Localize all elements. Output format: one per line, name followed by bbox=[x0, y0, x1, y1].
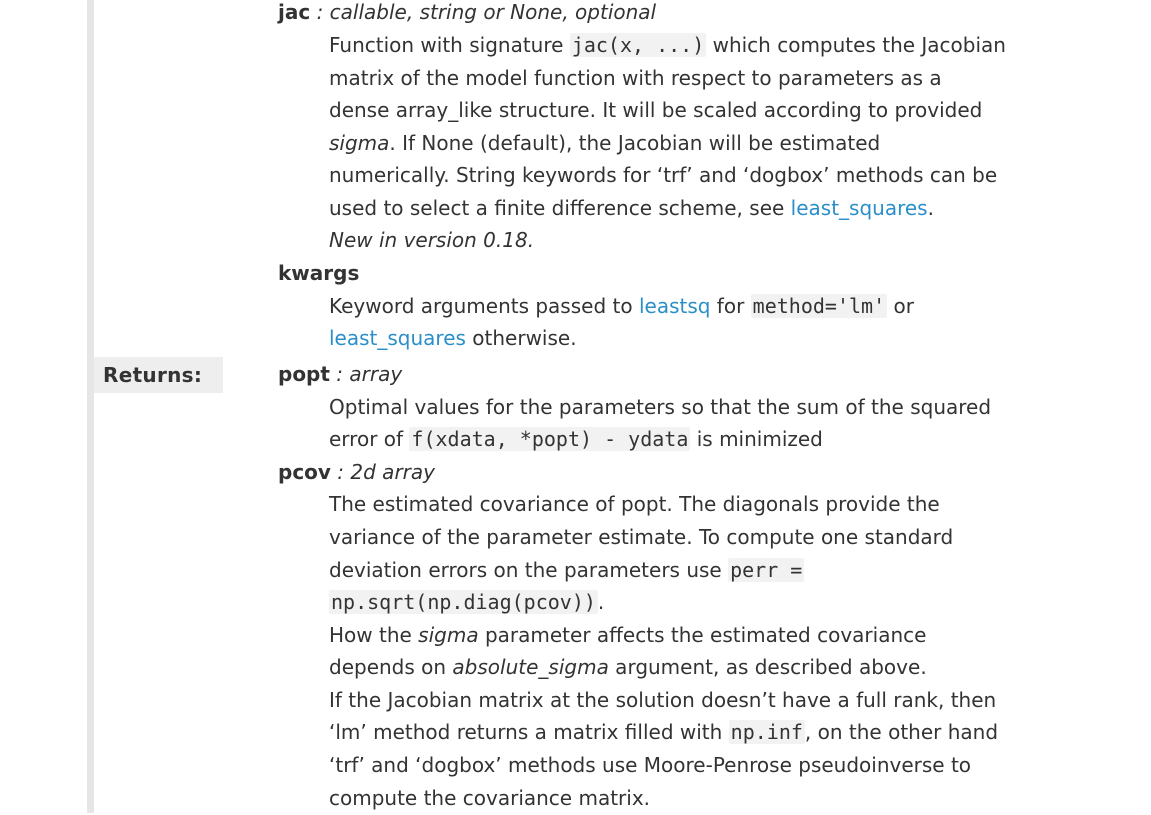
pcov-text: deviation errors on the parameters use bbox=[329, 558, 729, 582]
param-jac-type: : callable, string or None, optional bbox=[310, 0, 657, 24]
pcov-text: argument, as described above. bbox=[608, 655, 927, 679]
popt-desc-line-1: Optimal values for the parameters so tha… bbox=[329, 395, 992, 419]
jac-desc-line-5: numerically. String keywords for ‘trf’ a… bbox=[329, 163, 998, 187]
leastsq-link[interactable]: leastsq bbox=[639, 294, 711, 318]
pcov-desc-line-3: deviation errors on the parameters use p… bbox=[329, 554, 805, 587]
np-sqrt-code: np.sqrt(np.diag(pcov)) bbox=[329, 590, 598, 614]
kwargs-desc-line-2: least_squares otherwise. bbox=[329, 322, 577, 355]
jac-desc-line-3: dense array_like structure. It will be s… bbox=[329, 98, 983, 122]
jac-text: . bbox=[927, 196, 934, 220]
least-squares-link[interactable]: least_squares bbox=[791, 196, 928, 220]
np-inf-code: np.inf bbox=[728, 720, 805, 744]
param-kwargs: kwargs bbox=[278, 257, 359, 290]
kwargs-text: or bbox=[887, 294, 914, 318]
return-pcov-name: pcov bbox=[278, 460, 331, 484]
popt-desc-line-2: error of f(xdata, *popt) - ydata is mini… bbox=[329, 423, 823, 456]
return-popt: popt : array bbox=[278, 358, 402, 391]
pcov-text: , on the other hand bbox=[804, 720, 999, 744]
left-border-bar bbox=[87, 0, 94, 813]
pcov-desc-line-6: depends on absolute_sigma argument, as d… bbox=[329, 651, 927, 684]
jac-signature-code: jac(x, ...) bbox=[569, 33, 707, 57]
returns-field-label: Returns: bbox=[94, 357, 223, 393]
popt-expression-code: f(xdata, *popt) - ydata bbox=[409, 427, 691, 451]
jac-desc-line-2: matrix of the model function with respec… bbox=[329, 66, 942, 90]
kwargs-text: for bbox=[710, 294, 751, 318]
pcov-desc-line-8: ‘lm’ method returns a matrix filled with… bbox=[329, 716, 998, 749]
param-kwargs-name: kwargs bbox=[278, 261, 360, 285]
return-popt-name: popt bbox=[278, 362, 330, 386]
return-pcov: pcov : 2d array bbox=[278, 456, 435, 489]
version-note-text: New in version 0.18. bbox=[329, 228, 535, 252]
kwargs-text: Keyword arguments passed to bbox=[329, 294, 639, 318]
kwargs-text: otherwise. bbox=[465, 326, 577, 350]
pcov-desc-line-10: compute the covariance matrix. bbox=[329, 786, 651, 810]
pcov-desc-line-4: np.sqrt(np.diag(pcov)). bbox=[329, 586, 604, 619]
jac-text: used to select a finite difference schem… bbox=[329, 196, 791, 220]
jac-desc-line-4: sigma. If None (default), the Jacobian w… bbox=[329, 127, 880, 160]
pcov-desc-line-1: The estimated covariance of popt. The di… bbox=[329, 492, 940, 516]
pcov-text: How the bbox=[329, 623, 419, 647]
param-jac-name: jac bbox=[278, 0, 311, 24]
absolute-sigma-emphasis: absolute_sigma bbox=[452, 655, 609, 679]
popt-text: error of bbox=[329, 427, 410, 451]
jac-text: Function with signature bbox=[329, 33, 570, 57]
pcov-desc-line-2: variance of the parameter estimate. To c… bbox=[329, 525, 954, 549]
pcov-text: parameter affects the estimated covarian… bbox=[478, 623, 927, 647]
jac-text: . If None (default), the Jacobian will b… bbox=[389, 131, 881, 155]
jac-version-note: New in version 0.18. bbox=[329, 224, 534, 257]
return-popt-type: : array bbox=[329, 362, 403, 386]
jac-desc-line-1: Function with signature jac(x, ...) whic… bbox=[329, 29, 1006, 62]
jac-text: which computes the Jacobian bbox=[706, 33, 1006, 57]
popt-text: is minimized bbox=[690, 427, 823, 451]
return-pcov-type: : 2d array bbox=[330, 460, 435, 484]
pcov-desc-line-9: ‘trf’ and ‘dogbox’ methods use Moore-Pen… bbox=[329, 753, 972, 777]
pcov-text: depends on bbox=[329, 655, 453, 679]
pcov-text: ‘lm’ method returns a matrix filled with bbox=[329, 720, 729, 744]
pcov-text: . bbox=[597, 590, 605, 614]
pcov-desc-line-5: How the sigma parameter affects the esti… bbox=[329, 619, 926, 652]
perr-code: perr = bbox=[728, 558, 805, 582]
least-squares-link[interactable]: least_squares bbox=[329, 326, 466, 350]
kwargs-desc-line-1: Keyword arguments passed to leastsq for … bbox=[329, 290, 914, 323]
sigma-emphasis: sigma bbox=[418, 623, 479, 647]
method-lm-code: method='lm' bbox=[750, 294, 888, 318]
pcov-desc-line-7: If the Jacobian matrix at the solution d… bbox=[329, 688, 997, 712]
param-jac: jac : callable, string or None, optional bbox=[278, 0, 656, 29]
jac-desc-line-6: used to select a finite difference schem… bbox=[329, 192, 934, 225]
sigma-emphasis: sigma bbox=[329, 131, 390, 155]
